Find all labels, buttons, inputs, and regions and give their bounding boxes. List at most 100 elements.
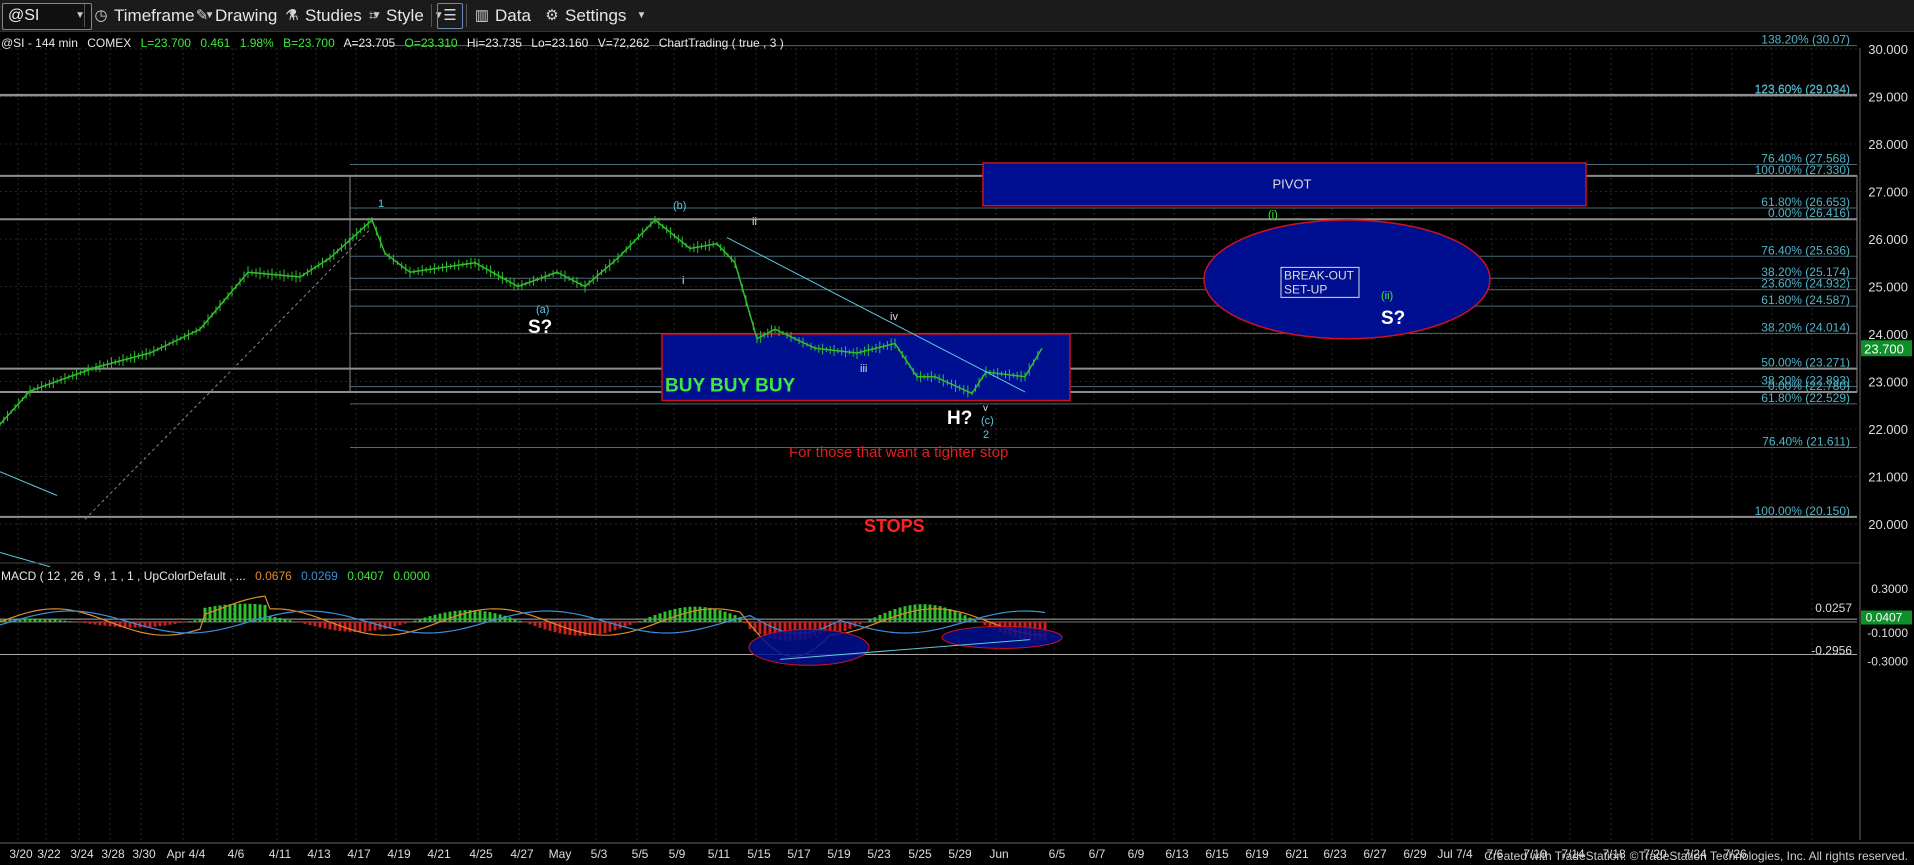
s-question-right: S? [1381,308,1405,329]
wave-label-a: (a) [536,304,549,316]
macd-diff-value: 0.0407 [347,569,384,583]
macd-ellipse-left [748,628,870,666]
time-tick-label: 4/19 [387,847,411,861]
time-tick-label: 6/15 [1205,847,1229,861]
price-tick-label: 30.000 [1868,42,1908,57]
time-tick-label: 6/5 [1049,847,1066,861]
time-tick-label: 5/15 [747,847,771,861]
header-low: Lo=23.160 [531,36,588,50]
timeframe-label: Timeframe [114,5,195,25]
toolbar-divider [466,4,467,27]
fib-label: 100.00% (27.330) [1755,163,1850,177]
fib-label: 0.00% (26.416) [1768,206,1850,220]
macd-tick-label: 0.3000 [1871,582,1908,596]
toolbar-divider [84,4,85,27]
fib-label: 76.40% (25.636) [1761,243,1850,257]
time-tick-label: 3/28 [101,847,125,861]
time-tick-label: Jun [989,847,1008,861]
wave-label-ii-circ: (ii) [1381,290,1393,302]
data-label: Data [495,5,531,25]
fib-label: 61.80% (24.587) [1761,293,1850,307]
studies-label: Studies [305,5,362,25]
price-tick-label: 27.000 [1868,185,1908,200]
breakout-label-line1: BREAK-OUT [1284,268,1355,282]
data-menu[interactable]: ▥ Data [473,5,531,26]
chart-toolbar: @SI ▼ ◷ Timeframe ▼ ✎ Drawing ▼ ⚗ Studie… [0,0,1914,32]
fib-label: 61.80% (22.529) [1761,391,1850,405]
toolbar-divider [431,4,432,27]
time-tick-label: Jul 7/4 [1437,847,1473,861]
drawing-menu[interactable]: ✎ Drawing ▼ [193,5,298,26]
time-tick-label: 6/29 [1403,847,1427,861]
price-tick-label: 25.000 [1868,280,1908,295]
fib-label: 138.20% (30.07) [1761,33,1850,47]
wave-label-b: (b) [673,200,686,212]
price-chart[interactable]: 138.20% (30.07)123.60% (29.034)123.60% (… [0,32,1914,864]
header-change: 0.461 [200,36,230,50]
tighter-stop-note: For those that want a tighter stop [789,444,1008,461]
header-open: O=23.310 [405,36,458,50]
header-symbol: @SI - 144 min [1,36,78,50]
time-tick-label: 5/29 [948,847,972,861]
header-high: Hi=23.735 [467,36,522,50]
h-question: H? [947,408,972,429]
settings-menu[interactable]: ⚙ Settings ▼ [543,5,646,26]
time-tick-label: 4/11 [269,847,292,861]
macd-tick-label: -0.3000 [1867,655,1908,669]
macd-zero-value: 0.0000 [393,569,430,583]
header-last: L=23.700 [141,36,192,50]
time-tick-label: 4/13 [307,847,331,861]
fib-label: 100.00% (20.150) [1755,504,1850,518]
pencil-icon: ✎ [195,6,209,24]
wave-label-c: (c) [981,415,994,427]
time-tick-label: 5/11 [708,847,731,861]
fib-label: 38.20% (24.014) [1761,320,1850,334]
time-tick-label: 4/6 [228,847,245,861]
time-tick-label: 3/30 [132,847,156,861]
price-tick-label: 24.000 [1868,327,1908,342]
time-tick-label: 4/27 [510,847,534,861]
macd-value: 0.0676 [255,569,292,583]
buy-label: BUY BUY BUY [665,376,796,397]
time-tick-label: May [549,847,572,861]
header-change-pct: 1.98% [240,36,274,50]
wave-label-i: i [682,275,684,287]
fib-label: 50.00% (23.271) [1761,356,1850,370]
layout-toggle-button[interactable]: ☰ [437,3,463,29]
symbol-value: @SI [8,7,40,24]
drawing-label: Drawing [215,5,278,25]
price-tick-label: 26.000 [1868,232,1908,247]
pivot-label: PIVOT [1272,176,1311,191]
header-study: ChartTrading ( true , 3 ) [659,36,784,50]
macd-signal-value: 0.0269 [301,569,338,583]
last-price-label: 23.700 [1864,341,1904,356]
time-tick-label: 6/7 [1089,847,1106,861]
macd-last-label: 0.0407 [1866,611,1903,625]
time-tick-label: 5/19 [827,847,851,861]
settings-label: Settings [565,5,627,25]
macd-tick-label: -0.1000 [1867,626,1908,640]
time-tick-label: 5/23 [867,847,891,861]
wave-label-1: 1 [378,198,384,210]
copyright-footer: Created with TradeStation. ©TradeStation… [1484,849,1908,863]
time-tick-label: 5/9 [669,847,686,861]
flask-icon: ⚗ [285,6,299,24]
chart-header: @SI - 144 min COMEX L=23.700 0.461 1.98%… [1,36,784,50]
time-tick-label: 3/20 [9,847,33,861]
time-tick-label: 6/21 [1285,847,1309,861]
time-tick-label: 3/24 [70,847,94,861]
wave-label-v: v [983,403,988,414]
macd-label: MACD ( 12 , 26 , 9 , 1 , 1 , UpColorDefa… [1,569,430,583]
time-tick-label: 4/17 [347,847,371,861]
chevron-down-icon: ▼ [636,10,647,21]
price-tick-label: 29.000 [1868,90,1908,105]
bar-chart-icon: ▥ [474,6,490,24]
time-tick-label: 4/21 [427,847,451,861]
wave-label-iv: iv [890,311,898,323]
price-tick-label: 22.000 [1868,422,1908,437]
wave-label-2: 2 [983,429,989,441]
symbol-selector[interactable]: @SI ▼ [2,3,92,30]
time-tick-label: 6/9 [1128,847,1145,861]
time-tick-label: 3/22 [37,847,61,861]
macd-tick-label: -0.2956 [1811,644,1852,658]
